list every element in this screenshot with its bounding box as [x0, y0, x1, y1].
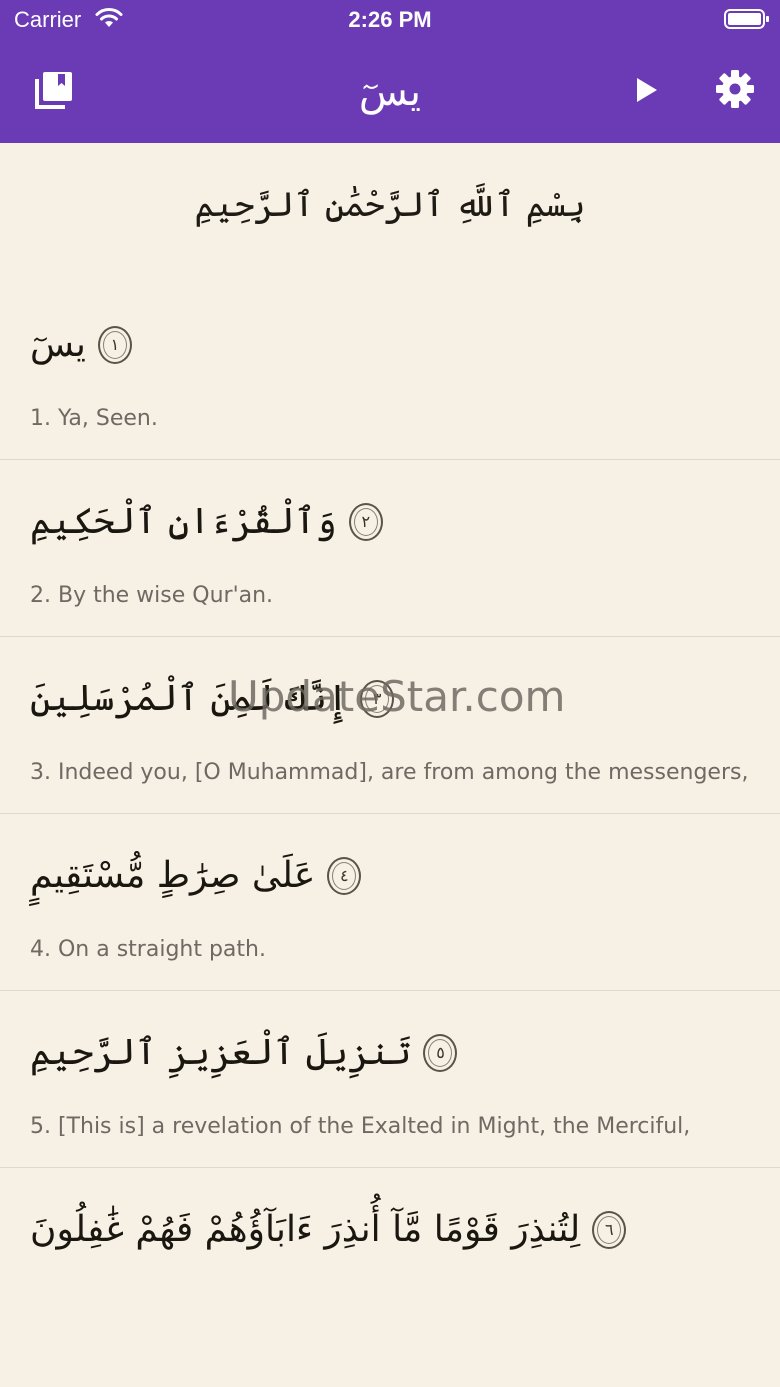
- verse-row[interactable]: تَنزِيلَ ٱلْعَزِيزِ ٱلرَّحِيمِ ٥ 5. [Thi…: [0, 991, 780, 1168]
- arabic-text: يسٓ: [30, 324, 86, 365]
- ayah-number-marker: ٤: [327, 857, 362, 895]
- surah-title: يسٓ: [358, 69, 422, 115]
- verse-arabic: إِنَّكَ لَمِنَ ٱلْمُرْسَلِينَ ٣: [30, 667, 750, 731]
- verse-arabic: تَنزِيلَ ٱلْعَزِيزِ ٱلرَّحِيمِ ٥: [30, 1021, 750, 1085]
- verse-row[interactable]: يسٓ ١ 1. Ya, Seen.: [0, 283, 780, 460]
- bismillah: بِسْمِ ٱللَّهِ ٱلرَّحْمَٰنِ ٱلرَّحِيمِ: [194, 185, 586, 225]
- ayah-number-marker: ٥: [423, 1034, 458, 1072]
- verse-arabic: يسٓ ١: [30, 313, 750, 377]
- ayah-number-marker: ٦: [592, 1211, 627, 1249]
- verse-row[interactable]: لِتُنذِرَ قَوْمًا مَّآ أُنذِرَ ءَابَآؤُه…: [0, 1168, 780, 1286]
- verse-row[interactable]: عَلَىٰ صِرَٰطٍ مُّسْتَقِيمٍ ٤ 4. On a st…: [0, 814, 780, 991]
- clock: 2:26 PM: [348, 7, 432, 32]
- arabic-text: لِتُنذِرَ قَوْمًا مَّآ أُنذِرَ ءَابَآؤُه…: [30, 1209, 581, 1250]
- arabic-text: إِنَّكَ لَمِنَ ٱلْمُرْسَلِينَ: [30, 678, 349, 719]
- library-icon: [34, 70, 74, 114]
- verse-translation: 1. Ya, Seen.: [30, 406, 158, 431]
- play-button[interactable]: [622, 66, 672, 118]
- verse-arabic: لِتُنذِرَ قَوْمًا مَّآ أُنذِرَ ءَابَآؤُه…: [30, 1198, 750, 1262]
- status-bar: Carrier 2:26 PM: [0, 0, 780, 40]
- gear-icon: [715, 69, 755, 113]
- verse-row[interactable]: وَٱلْقُرْءَانِ ٱلْحَكِيمِ ٢ 2. By the wi…: [0, 460, 780, 637]
- verse-arabic: وَٱلْقُرْءَانِ ٱلْحَكِيمِ ٢: [30, 490, 750, 554]
- verse-list: يسٓ ١ 1. Ya, Seen. وَٱلْقُرْءَانِ ٱلْحَك…: [0, 283, 780, 1286]
- battery-icon: [724, 8, 770, 30]
- top-bar: Carrier 2:26 PM يسٓ: [0, 0, 780, 143]
- verse-arabic: عَلَىٰ صِرَٰطٍ مُّسْتَقِيمٍ ٤: [30, 844, 750, 908]
- verse-translation: 4. On a straight path.: [30, 937, 266, 962]
- arabic-text: تَنزِيلَ ٱلْعَزِيزِ ٱلرَّحِيمِ: [30, 1032, 412, 1073]
- navigation-bar: يسٓ: [0, 52, 780, 132]
- settings-button[interactable]: [708, 64, 762, 118]
- arabic-text: وَٱلْقُرْءَانِ ٱلْحَكِيمِ: [30, 501, 337, 542]
- verse-translation: 2. By the wise Qur'an.: [30, 583, 274, 608]
- verse-row[interactable]: إِنَّكَ لَمِنَ ٱلْمُرْسَلِينَ ٣ 3. Indee…: [0, 637, 780, 814]
- ayah-number-marker: ٢: [348, 503, 383, 541]
- ayah-number-marker: ١: [97, 326, 132, 364]
- verse-translation: 5. [This is] a revelation of the Exalted…: [30, 1114, 691, 1139]
- arabic-text: عَلَىٰ صِرَٰطٍ مُّسْتَقِيمٍ: [30, 855, 316, 896]
- play-icon: [635, 76, 659, 108]
- library-button[interactable]: [28, 66, 80, 118]
- surah-content[interactable]: بِسْمِ ٱللَّهِ ٱلرَّحْمَٰنِ ٱلرَّحِيمِ ي…: [0, 143, 780, 1387]
- verse-translation: 3. Indeed you, [O Muhammad], are from am…: [30, 760, 749, 785]
- ayah-number-marker: ٣: [360, 680, 395, 718]
